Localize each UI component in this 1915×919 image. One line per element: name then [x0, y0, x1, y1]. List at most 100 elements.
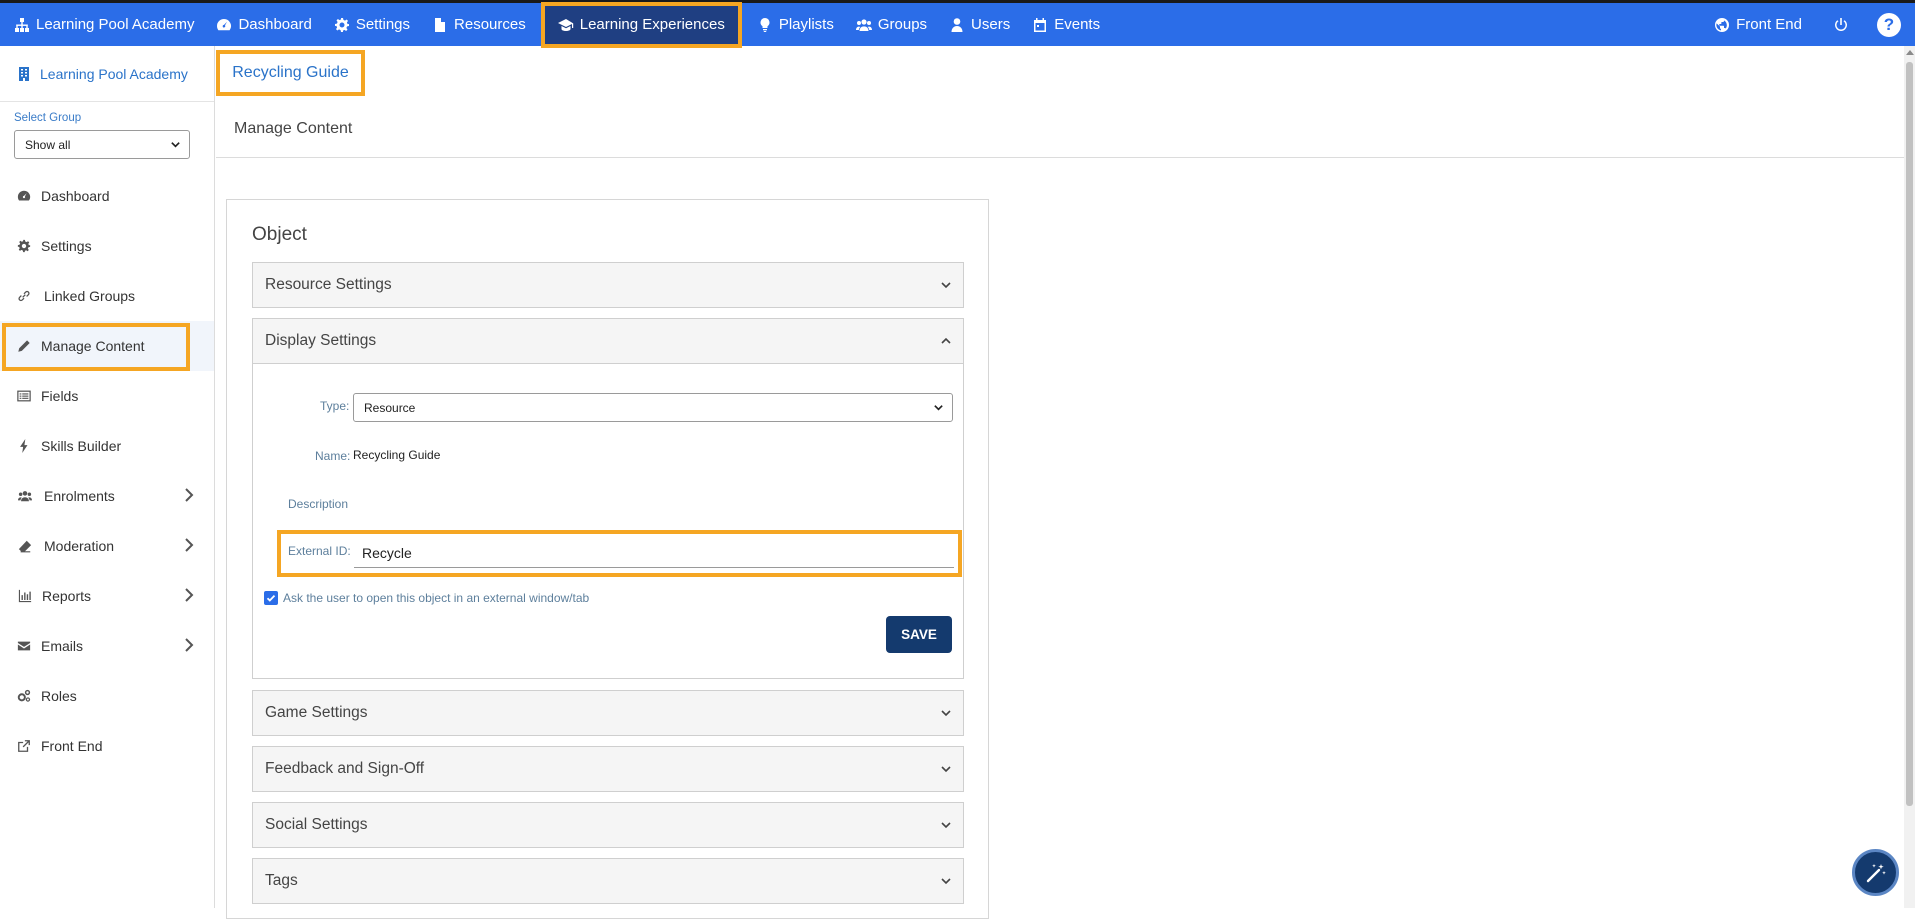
description-label: Description: [288, 497, 349, 511]
accordion-header[interactable]: Resource Settings: [253, 263, 963, 307]
chevron-right-icon: [185, 588, 194, 602]
external-id-label: External ID:: [288, 544, 351, 558]
display-settings-body: Type: Resource Name: Recycling Guide Des…: [253, 363, 963, 678]
nav-playlists[interactable]: Playlists: [746, 3, 845, 46]
nav-users[interactable]: Users: [938, 3, 1021, 46]
nav-settings[interactable]: Settings: [323, 3, 421, 46]
name-value: Recycling Guide: [353, 448, 441, 462]
sidebar-item-enrolments[interactable]: Enrolments: [0, 471, 214, 521]
sidebar-item-label: Skills Builder: [41, 438, 122, 454]
sidebar-item-label: Linked Groups: [44, 288, 136, 304]
accordion-header[interactable]: Display Settings: [253, 319, 963, 363]
help-button[interactable]: ?: [1869, 3, 1915, 46]
lightbulb-icon: [757, 17, 773, 33]
accordion-header[interactable]: Tags: [253, 859, 963, 903]
header-divider: [216, 157, 1904, 158]
sidebar-brand-label: Learning Pool Academy: [40, 65, 188, 82]
sidebar-item-front-end[interactable]: Front End: [0, 721, 214, 771]
sidebar-item-label: Enrolments: [44, 488, 115, 504]
sidebar-item-label: Moderation: [44, 538, 115, 554]
sidebar-brand[interactable]: Learning Pool Academy: [0, 46, 214, 102]
magic-wand-button[interactable]: [1852, 849, 1899, 896]
chevron-down-icon: [941, 878, 951, 885]
gear-icon: [17, 239, 31, 253]
select-group-value: Show all: [25, 137, 71, 152]
type-label: Type:: [320, 399, 350, 413]
sidebar-item-label: Reports: [42, 588, 92, 604]
chevron-down-icon: [171, 142, 180, 148]
power-icon: [1833, 17, 1849, 33]
page-scrollbar[interactable]: [1904, 46, 1915, 908]
sidebar-item-manage-content[interactable]: Manage Content: [0, 321, 214, 371]
chevron-right-icon: [185, 488, 194, 502]
logout-button[interactable]: [1813, 3, 1869, 46]
nav-label: Users: [971, 16, 1011, 33]
external-id-input[interactable]: [354, 539, 954, 568]
external-window-checkbox[interactable]: [264, 591, 278, 605]
sitemap-icon: [14, 17, 30, 33]
chevron-down-icon: [941, 710, 951, 717]
sidebar: Learning Pool Academy Select Group Show …: [0, 46, 215, 908]
pencil-icon: [17, 339, 31, 353]
nav-label: Learning Experiences: [579, 16, 725, 33]
sidebar-item-dashboard[interactable]: Dashboard: [0, 171, 214, 221]
sidebar-item-fields[interactable]: Fields: [0, 371, 214, 421]
gear-icon: [334, 17, 350, 33]
nav-resources[interactable]: Resources: [421, 3, 537, 46]
save-button[interactable]: SAVE: [886, 616, 952, 653]
sidebar-item-label: Emails: [41, 638, 84, 654]
gears-icon: [17, 689, 31, 703]
calendar-icon: [1032, 17, 1048, 33]
sidebar-item-label: Roles: [41, 688, 77, 704]
accordion-title: Social Settings: [265, 816, 368, 833]
sidebar-item-settings[interactable]: Settings: [0, 221, 214, 271]
user-icon: [949, 17, 965, 33]
users-icon: [855, 17, 872, 33]
accordion-header[interactable]: Game Settings: [253, 691, 963, 735]
chevron-down-icon: [934, 405, 943, 411]
link-icon: [17, 289, 31, 303]
sidebar-item-label: Manage Content: [41, 338, 145, 354]
sidebar-item-moderation[interactable]: Moderation: [0, 521, 214, 571]
chevron-down-icon: [941, 282, 951, 289]
users-icon: [17, 489, 33, 503]
sidebar-item-roles[interactable]: Roles: [0, 671, 214, 721]
nav-learning-pool-academy[interactable]: Learning Pool Academy: [0, 3, 205, 46]
accordion-title: Game Settings: [265, 704, 368, 721]
chevron-right-icon: [185, 638, 194, 652]
nav-learning-experiences[interactable]: Learning Experiences: [540, 1, 742, 48]
select-group-dropdown[interactable]: Show all: [14, 130, 190, 159]
nav-front-end[interactable]: Front End: [1703, 3, 1813, 46]
sidebar-item-linked-groups[interactable]: Linked Groups: [0, 271, 214, 321]
accordion-title: Resource Settings: [265, 276, 392, 293]
external-id-highlight: External ID:: [277, 530, 962, 577]
sidebar-item-reports[interactable]: Reports: [0, 571, 214, 621]
sidebar-item-skills-builder[interactable]: Skills Builder: [0, 421, 214, 471]
sidebar-item-label: Front End: [41, 738, 103, 754]
nav-events[interactable]: Events: [1021, 3, 1111, 46]
accordion-title: Feedback and Sign-Off: [265, 760, 425, 777]
accordion-title: Display Settings: [265, 332, 377, 349]
page-subtitle: Manage Content: [234, 120, 353, 137]
type-select[interactable]: Resource: [353, 393, 953, 422]
bar-chart-icon: [17, 589, 33, 603]
envelope-icon: [17, 639, 31, 653]
page-title[interactable]: Recycling Guide: [216, 50, 365, 96]
nav-groups[interactable]: Groups: [845, 3, 938, 46]
scroll-thumb[interactable]: [1906, 62, 1913, 806]
accordion-header[interactable]: Social Settings: [253, 803, 963, 847]
sidebar-item-label: Fields: [41, 388, 79, 404]
nav-label: Groups: [877, 16, 928, 33]
accordion-feedback-sign-off: Feedback and Sign-Off: [252, 746, 964, 792]
accordion-social-settings: Social Settings: [252, 802, 964, 848]
nav-label: Events: [1054, 16, 1101, 33]
external-link-icon: [17, 739, 31, 753]
sidebar-item-emails[interactable]: Emails: [0, 621, 214, 671]
chevron-down-icon: [941, 822, 951, 829]
type-select-value: Resource: [364, 400, 416, 415]
nav-dashboard[interactable]: Dashboard: [205, 3, 322, 46]
accordion-header[interactable]: Feedback and Sign-Off: [253, 747, 963, 791]
scroll-up-arrow-icon[interactable]: [1906, 50, 1914, 55]
top-navigation-bar: Learning Pool Academy Dashboard Settings…: [0, 0, 1915, 48]
accordion-tags: Tags: [252, 858, 964, 904]
